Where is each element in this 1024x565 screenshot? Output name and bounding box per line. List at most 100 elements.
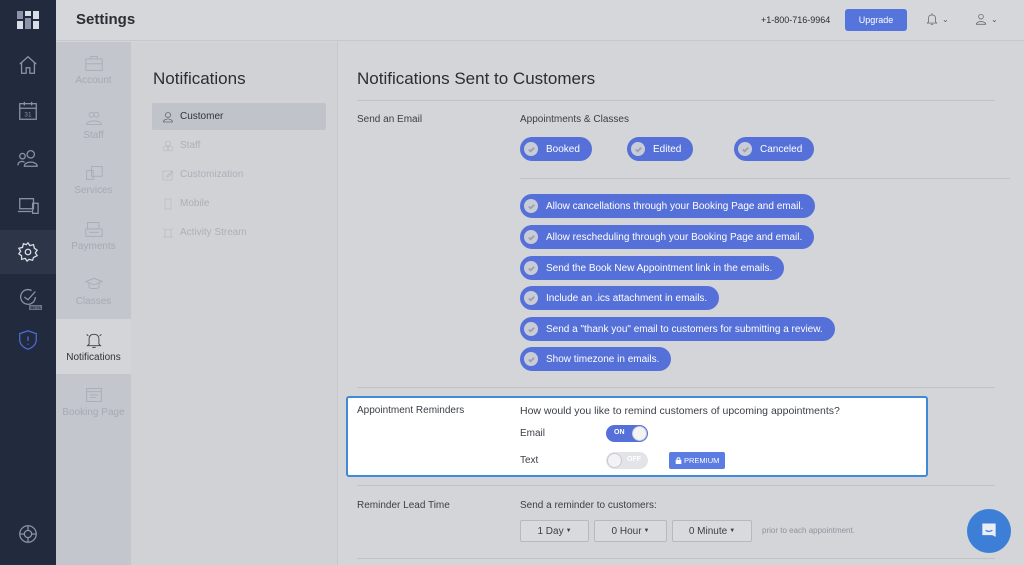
divider (520, 178, 1010, 179)
caret-down-icon: ▼ (729, 528, 736, 534)
category-notifications[interactable]: Notifications (56, 319, 131, 374)
rail-security[interactable] (0, 318, 56, 362)
event-pill-edited[interactable]: Edited (627, 137, 694, 161)
rail-calendar[interactable]: 31 (0, 89, 56, 133)
send-email-label: Send an Email (357, 114, 423, 125)
chevron-down-icon: ⌄ (991, 14, 998, 24)
toggle-knob (607, 453, 622, 468)
rail-settings[interactable] (0, 230, 56, 274)
rail-customers[interactable] (0, 136, 56, 180)
notifications-menu[interactable]: ⌄ (925, 12, 949, 26)
main-content: Notifications Sent to Customers Send an … (338, 42, 1024, 565)
option-pill-cancellations[interactable]: Allow cancellations through your Booking… (520, 194, 816, 218)
check-icon (738, 142, 752, 156)
beta-badge: BETA (29, 305, 42, 310)
category-staff[interactable]: Staff (56, 97, 131, 152)
support-phone: +1-800-716-9964 (761, 15, 831, 25)
devices-icon (17, 198, 39, 214)
reminders-question: How would you like to remind customers o… (520, 405, 840, 417)
lead-time-day-select[interactable]: 1 Day ▼ (520, 520, 589, 542)
email-reminder-toggle[interactable]: ON (606, 425, 648, 442)
subnav-item-mobile[interactable]: Mobile (152, 190, 326, 217)
subnav-title: Notifications (153, 69, 246, 88)
divider (357, 558, 995, 559)
text-label: Text (520, 455, 539, 466)
lock-icon (675, 457, 682, 464)
caret-down-icon: ▼ (643, 528, 650, 534)
mobile-icon (164, 198, 172, 209)
category-booking-page[interactable]: Booking Page (56, 374, 131, 429)
subnav-item-customer[interactable]: Customer (152, 103, 326, 130)
check-icon (524, 230, 538, 244)
user-menu[interactable]: ⌄ (974, 12, 998, 26)
toggle-knob (632, 426, 647, 441)
users-icon (17, 150, 38, 167)
lifebuoy-icon (19, 525, 37, 543)
shield-icon (19, 330, 37, 350)
check-icon (524, 322, 538, 336)
subnav-item-activity-stream[interactable]: Activity Stream (152, 219, 326, 246)
option-pill-book-new-link[interactable]: Send the Book New Appointment link in th… (520, 256, 785, 280)
user-icon (163, 111, 173, 122)
bell-icon (926, 13, 938, 25)
lead-time-suffix: prior to each appointment. (762, 526, 855, 535)
staff-icon (85, 111, 102, 125)
option-pill-ics-attachment[interactable]: Include an .ics attachment in emails. (520, 286, 720, 310)
check-icon (524, 352, 538, 366)
lead-time-prompt: Send a reminder to customers: (520, 500, 657, 511)
section-title: Notifications Sent to Customers (357, 69, 596, 88)
check-icon (524, 291, 538, 305)
event-pill-booked[interactable]: Booked (520, 137, 592, 161)
chat-icon (982, 523, 996, 537)
category-account[interactable]: Account (56, 42, 131, 97)
appointment-reminders-section: Appointment Reminders How would you like… (346, 396, 928, 477)
svg-text:31: 31 (24, 112, 32, 119)
rail-home[interactable] (0, 43, 56, 87)
appointment-reminders-label: Appointment Reminders (357, 405, 465, 416)
booking-page-icon (85, 387, 102, 402)
check-icon (524, 261, 538, 275)
check-icon (631, 142, 645, 156)
check-icon (524, 199, 538, 213)
caret-down-icon: ▼ (565, 528, 572, 534)
email-label: Email (520, 428, 546, 439)
option-pill-timezone[interactable]: Show timezone in emails. (520, 347, 672, 371)
category-services[interactable]: Services (56, 152, 131, 207)
edit-icon (162, 170, 174, 180)
page-title: Settings (76, 11, 136, 28)
chat-button[interactable] (967, 509, 1011, 553)
app-logo-icon[interactable] (17, 11, 39, 29)
category-classes[interactable]: Classes (56, 263, 131, 318)
settings-categories: Account Staff Services Payments Classes … (56, 42, 131, 565)
app-rail: 31 BETA (0, 0, 56, 565)
user-icon (975, 13, 987, 25)
event-pill-canceled[interactable]: Canceled (734, 137, 815, 161)
gear-icon (17, 241, 39, 263)
notifications-subnav: Notifications Customer Staff Customizati… (131, 42, 338, 565)
lead-time-minute-select[interactable]: 0 Minute ▼ (672, 520, 752, 542)
option-pill-thank-you[interactable]: Send a "thank you" email to customers fo… (520, 317, 835, 341)
top-bar: Settings +1-800-716-9964 Upgrade ⌄ ⌄ (56, 0, 1024, 41)
bell-icon (85, 333, 102, 348)
check-icon (524, 142, 538, 156)
option-pill-rescheduling[interactable]: Allow rescheduling through your Booking … (520, 225, 815, 249)
lead-time-hour-select[interactable]: 0 Hour ▼ (594, 520, 667, 542)
divider (357, 485, 995, 486)
rail-tasks[interactable]: BETA (0, 275, 56, 319)
home-icon (19, 55, 37, 74)
divider (357, 100, 995, 101)
services-icon (85, 165, 103, 180)
rail-devices[interactable] (0, 184, 56, 228)
subnav-item-customization[interactable]: Customization (152, 161, 326, 188)
graduation-cap-icon (84, 277, 103, 289)
activity-icon (163, 227, 173, 237)
divider (357, 387, 995, 388)
reminder-lead-time-label: Reminder Lead Time (357, 500, 450, 511)
text-reminder-toggle[interactable]: OFF (606, 452, 648, 469)
premium-badge[interactable]: PREMIUM (669, 452, 726, 469)
category-payments[interactable]: Payments (56, 208, 131, 263)
rail-help[interactable] (0, 512, 56, 556)
subnav-item-staff[interactable]: Staff (152, 132, 326, 159)
upgrade-button[interactable]: Upgrade (845, 9, 907, 31)
calendar-icon: 31 (19, 101, 37, 120)
